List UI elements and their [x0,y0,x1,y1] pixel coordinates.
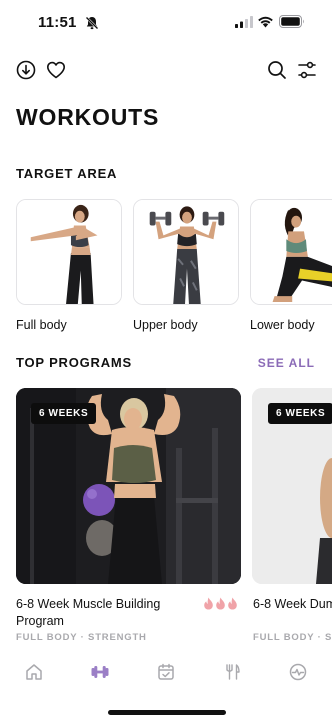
wifi-icon [258,16,273,28]
program-title-2: 6-8 Week Dum… & Strong Prog… [253,597,332,611]
filter-button[interactable] [295,58,319,82]
heart-icon [47,61,65,79]
home-indicator [108,710,226,715]
status-time: 11:51 [38,14,77,31]
calendar-check-icon [158,663,174,680]
program-meta: FULL BODY · STRENGTH [16,632,147,643]
target-label-full-body: Full body [16,318,67,332]
nav-workouts[interactable] [88,660,112,684]
program-meta-2: FULL BODY · S… [253,632,332,643]
program-title: 6-8 Week Muscle Building Program [16,597,161,628]
nav-home[interactable] [22,660,46,684]
workouts-screen: 11:51 WORKOUTS TARGET AREA Full body Upp… [0,0,332,720]
program-card-dumbbell-strong[interactable]: 6 WEEKS [252,388,332,584]
favorites-button[interactable] [44,58,68,82]
bell-slash-icon [85,16,99,30]
upper-body-athlete-photo [134,200,238,304]
nav-nutrition[interactable] [220,660,244,684]
full-body-athlete-photo [17,200,121,304]
download-button[interactable] [14,58,38,82]
nav-planner[interactable] [154,660,178,684]
target-area-heading: TARGET AREA [16,166,118,181]
top-programs-heading: TOP PROGRAMS [16,355,133,370]
dumbbell-icon [91,666,109,678]
fork-knife-icon [226,664,240,680]
search-icon [268,61,286,79]
flame-icon [204,597,213,610]
target-card-lower-body[interactable] [250,199,332,305]
lower-body-athlete-photo [251,200,332,304]
search-button[interactable] [265,58,289,82]
intensity-rating [203,597,238,610]
flame-icon [216,597,225,610]
page-title: WORKOUTS [16,104,160,130]
target-card-full-body[interactable] [16,199,122,305]
program-weeks-badge-2: 6 WEEKS [268,403,332,424]
nav-progress[interactable] [286,660,310,684]
target-label-lower-body: Lower body [250,318,315,332]
filter-sliders-icon [298,61,316,79]
download-icon [16,60,36,80]
see-all-link[interactable]: SEE ALL [258,356,315,370]
activity-icon [289,663,307,681]
signal-icon [235,16,253,28]
home-icon [26,664,42,680]
status-bar: 11:51 [0,0,332,46]
target-card-upper-body[interactable] [133,199,239,305]
program-card-muscle-building[interactable]: 6 WEEKS [16,388,241,584]
battery-icon [279,15,304,28]
target-label-upper-body: Upper body [133,318,198,332]
program-weeks-badge: 6 WEEKS [31,403,97,424]
flame-icon [228,597,237,610]
